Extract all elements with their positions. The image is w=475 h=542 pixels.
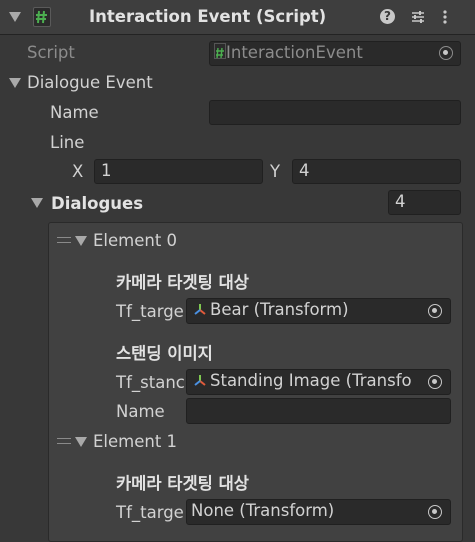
tf-target-field[interactable]: Bear (Transform) — [186, 298, 451, 324]
help-icon[interactable]: ? — [380, 9, 395, 24]
element-name-input[interactable] — [186, 398, 451, 424]
dialogues-count-input[interactable]: 4 — [388, 190, 461, 215]
y-label: Y — [270, 162, 281, 181]
script-label: Script — [27, 43, 75, 62]
drag-handle-icon[interactable] — [57, 237, 71, 243]
collapse-triangle-icon[interactable] — [9, 12, 21, 22]
tf-target-value: None (Transform) — [191, 501, 335, 520]
transform-icon — [193, 301, 207, 323]
line-label: Line — [50, 133, 85, 152]
camera-target-header: 카메라 타겟팅 대상 — [116, 474, 249, 493]
object-picker-icon[interactable] — [428, 505, 442, 519]
object-picker-icon[interactable] — [428, 304, 442, 318]
script-field: InteractionEvent — [209, 41, 461, 66]
tf-standing-field[interactable]: Standing Image (Transfo — [186, 369, 451, 395]
element-name-label: Name — [116, 402, 165, 421]
hash-icon — [214, 43, 226, 59]
kebab-menu-icon[interactable] — [441, 9, 449, 29]
dialogue-event-label[interactable]: Dialogue Event — [27, 72, 153, 94]
component-title: Interaction Event (Script) — [89, 7, 327, 26]
tf-standing-label: Tf_stanc — [116, 373, 185, 392]
element-0-foldout-icon[interactable] — [75, 236, 87, 246]
element-0-label[interactable]: Element 0 — [93, 230, 177, 252]
tf-target-label: Tf_targe — [116, 503, 184, 522]
element-1-label[interactable]: Element 1 — [93, 431, 177, 453]
y-input[interactable]: 4 — [292, 159, 461, 184]
standing-image-header: 스탠딩 이미지 — [116, 344, 213, 363]
script-value: InteractionEvent — [226, 43, 363, 62]
name-input[interactable] — [209, 100, 461, 125]
x-label: X — [72, 162, 84, 181]
tf-target-label: Tf_targe — [116, 302, 184, 321]
tf-target-field[interactable]: None (Transform) — [186, 499, 451, 525]
x-input[interactable]: 1 — [94, 159, 263, 184]
dialogues-label[interactable]: Dialogues — [51, 193, 143, 215]
camera-target-header: 카메라 타겟팅 대상 — [116, 273, 249, 292]
tf-standing-value: Standing Image (Transfo — [210, 371, 412, 390]
tf-target-value: Bear (Transform) — [210, 300, 349, 319]
sliders-icon[interactable] — [410, 9, 426, 29]
transform-icon — [193, 372, 207, 394]
dialogues-foldout-icon[interactable] — [31, 198, 43, 208]
name-label: Name — [50, 103, 99, 122]
element-1-foldout-icon[interactable] — [75, 437, 87, 447]
hash-icon — [33, 7, 51, 27]
dialogue-event-foldout-icon[interactable] — [9, 78, 21, 88]
drag-handle-icon[interactable] — [57, 438, 71, 444]
object-picker-icon[interactable] — [439, 46, 453, 60]
object-picker-icon[interactable] — [428, 375, 442, 389]
